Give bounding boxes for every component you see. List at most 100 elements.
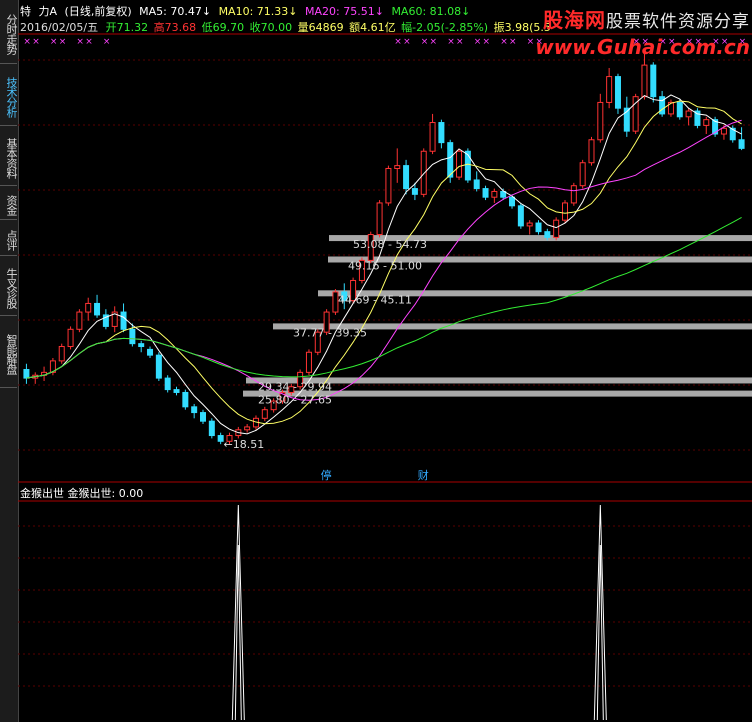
candle-body (403, 165, 410, 190)
candle-body (456, 150, 463, 178)
x-marker: × (23, 37, 31, 47)
price-zone-label: 25.80 - 27.65 (258, 394, 332, 407)
candle-body (385, 167, 392, 204)
sidebar-tab-6[interactable]: 智能解盘 (0, 318, 18, 388)
close-label: 收70.00 (249, 21, 293, 34)
x-marker: × (76, 37, 84, 47)
ma5-label: MA5: 70.47↓ (139, 5, 212, 18)
sidebar-tab-4[interactable]: 点评 (0, 222, 18, 256)
candle-body (517, 205, 524, 227)
candle-body (120, 311, 127, 330)
candle-body (411, 188, 418, 195)
candle-body (473, 179, 480, 190)
watermark-tagline: 股票软件资源分享 (606, 12, 750, 32)
indicator-spike (593, 504, 607, 721)
candle-body (147, 348, 154, 356)
ma20-label: MA20: 75.51↓ (305, 5, 384, 18)
x-marker: × (103, 37, 111, 47)
volume-label: 量64869 (297, 21, 344, 34)
candle-body (579, 162, 586, 187)
change-label: 幅-2.05(-2.85%) (401, 21, 489, 34)
candle-body (129, 328, 136, 345)
x-marker: × (32, 37, 40, 47)
candle-body (544, 231, 551, 238)
candle-body (94, 302, 101, 316)
x-marker: × (403, 37, 411, 47)
candle-body (76, 311, 83, 330)
candle-body (67, 328, 74, 348)
candle-body (588, 139, 595, 164)
price-zone-label: 37.77 - 39.35 (293, 326, 367, 339)
low-price-label: ←18.51 (223, 438, 264, 451)
x-marker: × (447, 37, 455, 47)
candle-body (261, 409, 268, 419)
candle-body (509, 196, 516, 207)
price-zone-label: 29.34 - 29.94 (258, 380, 332, 393)
x-marker: × (430, 37, 438, 47)
x-marker: × (456, 37, 464, 47)
header-row-1: 特 力A (日线,前复权) MA5: 70.47↓ MA10: 71.33↓ M… (20, 3, 474, 18)
candle-body (482, 188, 489, 198)
candle-body (217, 435, 224, 442)
indicator-spike (231, 504, 245, 721)
x-axis-marker: 财 (418, 468, 429, 482)
watermark-url: www.Guhai.com.cn (535, 35, 750, 59)
open-label: 开71.32 (105, 21, 149, 34)
candle-body (720, 127, 727, 135)
candle-body (182, 391, 189, 408)
candle-body (394, 165, 401, 169)
x-marker: × (483, 37, 491, 47)
candle-body (429, 122, 436, 152)
candle-body (597, 101, 604, 141)
candle-body (138, 343, 145, 348)
candle-body (738, 139, 745, 149)
candle-body (173, 389, 180, 393)
x-axis-marker: 停 (321, 468, 332, 482)
kline-chart: × × × × × × × × × × × × × × × × × × × × × × × × × × × ×←18.5125.80 … (18, 33, 752, 721)
candle-body (553, 219, 560, 238)
price-zone-label: 44.69 - 45.11 (338, 293, 412, 306)
candle-body (305, 351, 312, 373)
candle-body (420, 150, 427, 195)
price-zone-label: 49.16 - 51.00 (348, 260, 422, 273)
candle-body (447, 142, 454, 178)
candle-body (376, 202, 383, 236)
x-marker: × (85, 37, 93, 47)
sidebar: 分时走势技术分析基本资料资金 点评牛叉诊股智能解盘 (0, 0, 19, 722)
x-marker: × (59, 37, 67, 47)
header-row-2: 2016/02/05/五 开71.32 高73.68 低69.70 收70.00… (20, 19, 555, 34)
sidebar-tab-2[interactable]: 基本资料 (0, 128, 18, 186)
indicator-label: 金猴出世 金猴出世: 0.00 (20, 487, 144, 500)
x-marker: × (474, 37, 482, 47)
sidebar-tab-5[interactable]: 牛叉诊股 (0, 258, 18, 316)
x-marker: × (500, 37, 508, 47)
sidebar-tab-1[interactable]: 技术分析 (0, 66, 18, 126)
price-zone-label: 53.08 - 54.73 (353, 238, 427, 251)
candle-body (164, 377, 171, 391)
candle-body (155, 354, 162, 379)
candle-body (526, 222, 533, 227)
ma10-label: MA10: 71.33↓ (218, 5, 298, 18)
candle-body (685, 110, 692, 118)
candle-body (200, 412, 206, 422)
candle-body (562, 202, 568, 221)
ma60-label: MA60: 81.08↓ (391, 5, 471, 18)
candle-body (606, 76, 613, 103)
amount-label: 额4.61亿 (349, 21, 396, 34)
candle-body (244, 426, 251, 431)
sidebar-tab-3[interactable]: 资金 (0, 188, 18, 220)
candle-body (191, 406, 198, 414)
candle-body (570, 185, 577, 204)
special-mark: 特 (20, 5, 31, 18)
candle-body (641, 64, 648, 98)
low-label: 低69.70 (201, 21, 245, 34)
high-label: 高73.68 (153, 21, 197, 34)
x-marker: × (421, 37, 429, 47)
candle-body (58, 346, 65, 362)
candle-body (676, 101, 683, 118)
period-label: (日线,前复权) (64, 5, 132, 18)
candle-body (614, 76, 621, 109)
sidebar-tab-0[interactable]: 分时走势 (0, 2, 18, 64)
candle-body (438, 122, 445, 144)
stock-name: 力A (38, 5, 58, 18)
